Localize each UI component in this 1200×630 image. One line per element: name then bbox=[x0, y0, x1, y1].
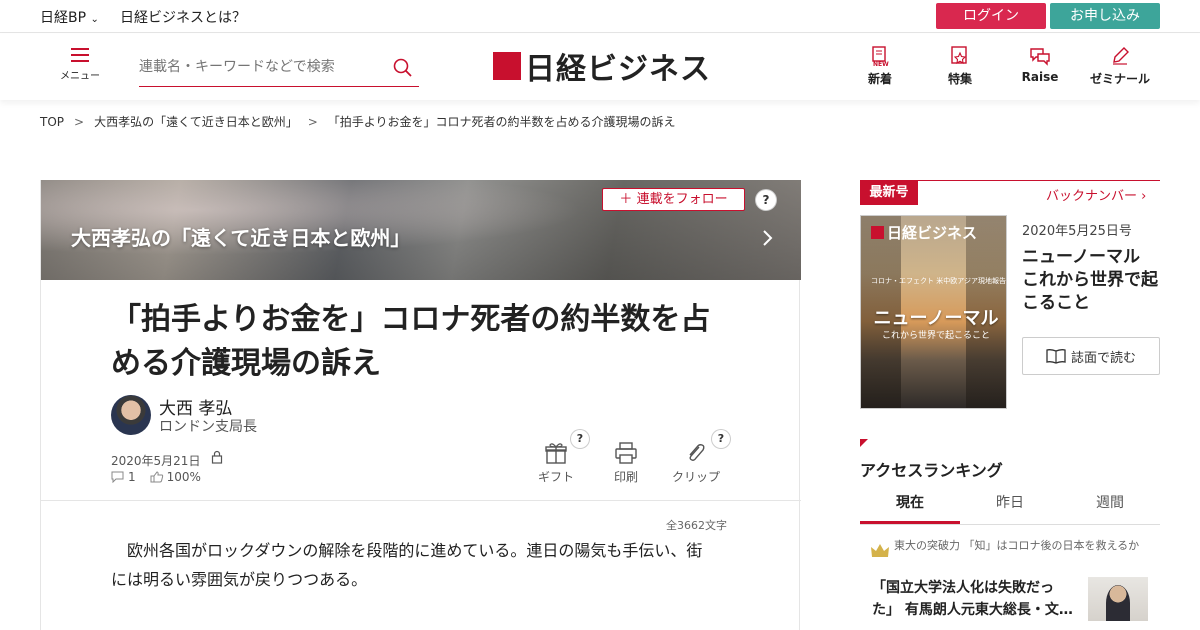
gift-label: ギフト bbox=[537, 470, 574, 484]
follow-help-icon[interactable]: ? bbox=[756, 190, 776, 210]
plus-icon: ＋ bbox=[619, 192, 633, 207]
nav-raise-label: Raise bbox=[1021, 70, 1059, 84]
apply-button[interactable]: お申し込み bbox=[1050, 3, 1160, 29]
read-issue-label: 誌面で読む bbox=[1070, 350, 1136, 366]
cover-subtitle: これから世界で起こること bbox=[881, 331, 990, 341]
cover-kicker: コロナ・エフェクト 米中欧アジア現地報告 bbox=[871, 277, 1006, 285]
comment-icon[interactable] bbox=[111, 471, 125, 483]
chevron-right-icon: › bbox=[1141, 189, 1147, 204]
nav-new[interactable]: NEW 新着 bbox=[845, 46, 915, 87]
ranking-tabs: 現在 昨日 週間 bbox=[860, 485, 1160, 525]
ranking-thumbnail[interactable] bbox=[1088, 577, 1148, 621]
paperclip-icon bbox=[689, 444, 705, 461]
seminar-icon bbox=[1113, 47, 1129, 65]
clip-help-icon[interactable]: ? bbox=[712, 430, 730, 448]
breadcrumb-series[interactable]: 大西孝弘の「遠くて近き日本と欧州」 bbox=[94, 115, 298, 129]
article: 大西孝弘の「遠くて近き日本と欧州」 ＋ 連載をフォロー ? 「拍手よりお金を」コ… bbox=[40, 180, 801, 630]
utility-bar: 日経BP ⌄ 日経ビジネスとは？ ログイン お申し込み bbox=[0, 0, 1200, 33]
cover-logo: 日経ビジネス bbox=[887, 224, 978, 242]
print-label: 印刷 bbox=[613, 470, 638, 484]
lock-icon bbox=[211, 450, 223, 464]
menu-label: メニュー bbox=[60, 71, 100, 82]
latest-issue-tag: 最新号 bbox=[860, 180, 918, 205]
nav-feature[interactable]: 特集 bbox=[925, 46, 995, 87]
login-button[interactable]: ログイン bbox=[936, 3, 1046, 29]
breadcrumb: TOP > 大西孝弘の「遠くて近き日本と欧州」 > 「拍手よりお金を」コロナ死者の約半数… bbox=[40, 113, 676, 130]
comment-count[interactable]: 1 bbox=[128, 470, 136, 484]
like-rate: 100% bbox=[166, 470, 201, 484]
search-icon[interactable] bbox=[393, 58, 413, 82]
series-hero-banner[interactable]: 大西孝弘の「遠くて近き日本と欧州」 ＋ 連載をフォロー ? bbox=[41, 180, 801, 280]
search-box bbox=[139, 53, 419, 87]
article-headline: 「拍手よりお金を」コロナ死者の約半数を占める介護現場の訴え bbox=[111, 302, 711, 381]
read-issue-button[interactable]: 誌面で読む bbox=[1022, 337, 1160, 375]
author-role: ロンドン支局長 bbox=[159, 419, 257, 435]
cover-title: ニューノーマル bbox=[873, 308, 999, 329]
about-link[interactable]: 日経ビジネスとは？ bbox=[120, 7, 246, 27]
article-body: 欧州各国がロックダウンの解除を段階的に進めている。連日の陽気も手伝い、街には明る… bbox=[111, 541, 703, 589]
clip-button[interactable]: クリップ bbox=[666, 442, 726, 485]
breadcrumb-top[interactable]: TOP bbox=[40, 115, 64, 129]
chevron-right-icon[interactable] bbox=[761, 228, 775, 248]
new-icon: NEW bbox=[872, 46, 889, 66]
magazine-cover[interactable]: 日経ビジネス コロナ・エフェクト 米中欧アジア現地報告 ニューノーマル これから… bbox=[860, 215, 1007, 409]
crown-icon bbox=[871, 544, 889, 557]
breadcrumb-current: 「拍手よりお金を」コロナ死者の約半数を占める介護現場の訴え bbox=[327, 115, 676, 129]
logo-text: 日経ビジネス bbox=[525, 52, 711, 87]
series-title[interactable]: 大西孝弘の「遠くて近き日本と欧州」 bbox=[71, 222, 410, 251]
logo-mark-icon bbox=[493, 52, 521, 80]
clip-label: クリップ bbox=[671, 470, 720, 484]
nav-feature-label: 特集 bbox=[947, 72, 972, 86]
article-stats: 1 100% bbox=[111, 470, 205, 484]
char-count: 全3662文字 bbox=[666, 519, 727, 532]
ranking-marker-icon bbox=[860, 439, 868, 447]
tab-weekly[interactable]: 週間 bbox=[1060, 485, 1160, 524]
menu-button[interactable]: メニュー bbox=[60, 48, 100, 88]
gift-icon bbox=[545, 443, 567, 464]
printer-icon bbox=[615, 442, 637, 464]
feature-icon bbox=[951, 46, 967, 65]
raise-icon bbox=[1030, 48, 1050, 66]
publish-date: 2020年5月21日 bbox=[111, 454, 201, 468]
author-avatar[interactable] bbox=[111, 395, 151, 435]
print-button[interactable]: 印刷 bbox=[596, 442, 656, 485]
nikkei-bp-label: 日経BP bbox=[40, 10, 87, 26]
follow-label: 連載をフォロー bbox=[636, 192, 728, 207]
issue-title[interactable]: ニューノーマル これから世界で起こること bbox=[1022, 246, 1162, 315]
logo-mark-icon bbox=[871, 226, 884, 239]
site-header: メニュー 日経ビジネス NEW 新着 特集 Raise ゼミナール bbox=[0, 34, 1200, 100]
gift-help-icon[interactable]: ? bbox=[571, 430, 589, 448]
breadcrumb-separator: > bbox=[74, 115, 85, 129]
back-numbers-link[interactable]: バックナンバー › bbox=[1046, 185, 1146, 204]
ranking-headline[interactable]: 「国立大学法人化は失敗だった」 有馬朗人元東大総長・文… bbox=[872, 577, 1080, 621]
open-book-icon bbox=[1046, 349, 1066, 364]
svg-text:NEW: NEW bbox=[873, 61, 889, 66]
tab-yesterday[interactable]: 昨日 bbox=[960, 485, 1060, 524]
site-logo[interactable]: 日経ビジネス bbox=[493, 48, 711, 87]
ranking-series: 東大の突破力 「知」はコロナ後の日本を救えるか bbox=[894, 539, 1140, 552]
gift-button[interactable]: ギフト bbox=[526, 442, 586, 485]
issue-date: 2020年5月25日号 bbox=[1022, 224, 1132, 239]
ranking-title: アクセスランキング bbox=[860, 461, 1003, 480]
divider bbox=[41, 500, 801, 501]
nav-new-label: 新着 bbox=[867, 72, 892, 86]
hamburger-icon bbox=[71, 48, 89, 62]
nav-raise[interactable]: Raise bbox=[1005, 46, 1075, 84]
nikkei-bp-link[interactable]: 日経BP ⌄ bbox=[40, 7, 99, 27]
back-numbers-label: バックナンバー bbox=[1046, 189, 1138, 204]
nav-seminar-label: ゼミナール bbox=[1089, 72, 1150, 86]
follow-series-button[interactable]: ＋ 連載をフォロー bbox=[602, 188, 745, 211]
thumbs-up-icon[interactable] bbox=[150, 471, 164, 483]
nav-seminar[interactable]: ゼミナール bbox=[1085, 46, 1155, 87]
chevron-down-icon: ⌄ bbox=[90, 14, 99, 25]
search-input[interactable] bbox=[139, 53, 379, 81]
breadcrumb-separator: > bbox=[307, 115, 318, 129]
tab-now[interactable]: 現在 bbox=[860, 485, 960, 524]
